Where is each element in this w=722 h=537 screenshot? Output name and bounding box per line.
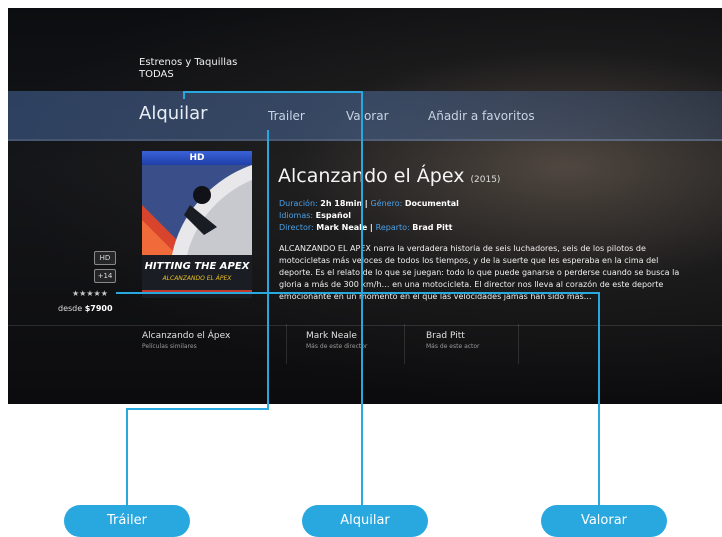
related-item-subtitle: Más de este actor (426, 343, 480, 350)
tab-trailer[interactable]: Trailer (268, 109, 305, 123)
nav-band-line (8, 139, 722, 141)
movie-title-text: Alcanzando el Ápex (278, 165, 465, 187)
price-prefix: desde (58, 304, 83, 313)
meta-director-cast: Director: Mark Neale | Reparto: Brad Pit… (279, 223, 453, 232)
genre-value: Documental (404, 199, 459, 208)
cast-value: Brad Pitt (412, 223, 453, 232)
callout-line-alquilar-v (361, 91, 363, 507)
related-item-title: Brad Pitt (426, 331, 465, 341)
related-divider (8, 325, 722, 326)
related-item-title: Alcanzando el Ápex (142, 331, 231, 341)
section-filter[interactable]: TODAS (139, 69, 237, 81)
callout-line-valorar-h (116, 292, 600, 294)
director-label: Director: (279, 223, 314, 232)
movie-title: Alcanzando el Ápex (2015) (278, 165, 500, 187)
cast-label: Reparto: (375, 223, 410, 232)
poster-subtitle: ALCANZANDO EL ÁPEX (162, 275, 232, 282)
related-item-similar[interactable]: Alcanzando el Ápex Películas similares (142, 331, 230, 350)
callout-line-trailer-v2 (126, 408, 128, 507)
related-separator (286, 324, 287, 364)
price: desde $7900 (58, 304, 113, 313)
duration-label: Duración: (279, 199, 318, 208)
section-title: Estrenos y Taquillas (139, 57, 238, 68)
callout-alquilar: Alquilar (302, 505, 428, 537)
tab-alquilar[interactable]: Alquilar (139, 103, 208, 124)
related-separator (518, 324, 519, 364)
tab-add-favorites[interactable]: Añadir a favoritos (428, 109, 535, 123)
duration-value: 2h 18min (320, 199, 363, 208)
related-item-subtitle: Más de este director (306, 343, 368, 350)
meta-duration-genre: Duración: 2h 18min | Género: Documental (279, 199, 459, 208)
movie-year: (2015) (470, 175, 501, 185)
movie-poster[interactable]: HD HITTING THE APEX ALCANZANDO EL ÁPEX (142, 151, 252, 298)
callout-trailer: Tráiler (64, 505, 190, 537)
meta-languages: Idiomas: Español (279, 211, 351, 220)
related-item-subtitle: Películas similares (142, 343, 197, 350)
related-separator (404, 324, 405, 364)
movie-synopsis: ALCANZANDO EL APEX narra la verdadera hi… (279, 244, 680, 301)
callout-line-alquilar-h (183, 91, 363, 93)
related-item-actor[interactable]: Brad Pitt Más de este actor (426, 331, 480, 350)
related-item-director[interactable]: Mark Neale Más de este director (306, 331, 367, 350)
price-amount: $7900 (84, 304, 113, 313)
related-item-title: Mark Neale (306, 331, 357, 341)
tv-screen: Estrenos y Taquillas TODAS Alquilar Trai… (8, 8, 722, 404)
poster-hd-bar: HD (142, 151, 252, 165)
languages-value: Español (315, 211, 351, 220)
tab-valorar[interactable]: Valorar (346, 109, 389, 123)
genre-label: Género: (370, 199, 403, 208)
rating-stars[interactable]: ★★★★★ (72, 289, 108, 298)
callout-line-valorar-v (598, 292, 600, 507)
hd-badge: HD (94, 251, 116, 265)
poster-artwork (142, 165, 252, 255)
languages-label: Idiomas: (279, 211, 314, 220)
callout-valorar: Valorar (541, 505, 667, 537)
callout-line-trailer-h (126, 408, 269, 410)
callout-line-alquilar-tick (183, 91, 185, 99)
age-rating-badge: +14 (94, 269, 116, 283)
poster-title: HITTING THE APEX (144, 261, 250, 272)
director-value: Mark Neale (316, 223, 368, 232)
section-header: Estrenos y Taquillas TODAS (139, 57, 237, 81)
poster-artwork-graphic (142, 165, 252, 255)
callout-line-trailer-v1 (267, 130, 269, 410)
